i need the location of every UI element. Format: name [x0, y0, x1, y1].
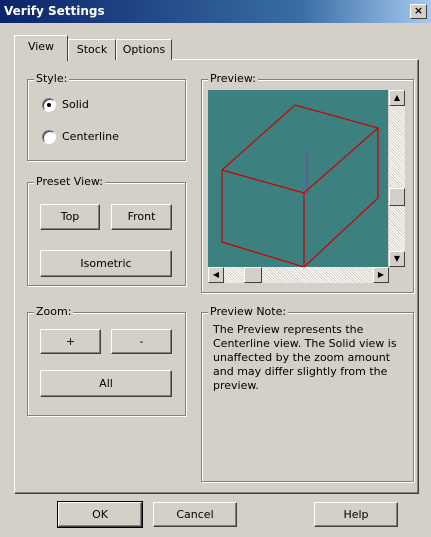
ok-button[interactable]: OK — [57, 501, 143, 528]
box-front-face — [221, 170, 305, 267]
scroll-left-button[interactable]: ◀ — [208, 267, 224, 283]
radio-solid[interactable] — [42, 98, 56, 112]
zoom-out-button-label: - — [139, 335, 144, 348]
radio-centerline[interactable] — [42, 130, 56, 144]
zoom-label: Zoom: — [34, 305, 74, 318]
zoom-all-button[interactable]: All — [40, 370, 172, 397]
cancel-button-label: Cancel — [176, 508, 214, 521]
tab-stock[interactable]: Stock — [68, 39, 116, 60]
zoom-group: Zoom: — [27, 305, 186, 416]
isometric-view-button-label: Isometric — [80, 257, 132, 270]
style-group: Style: — [27, 72, 186, 161]
radio-selected-dot — [47, 103, 51, 107]
preview-note-text: The Preview represents the Centerline vi… — [213, 323, 397, 392]
tab-options[interactable]: Options — [116, 39, 172, 60]
scroll-up-button[interactable]: ▲ — [389, 90, 405, 106]
help-button-label: Help — [343, 508, 369, 521]
radio-solid-label: Solid — [62, 98, 89, 111]
tab-stock-label: Stock — [76, 43, 108, 56]
radio-centerline-label: Centerline — [62, 130, 119, 143]
isometric-view-button[interactable]: Isometric — [40, 250, 172, 277]
cancel-button[interactable]: Cancel — [153, 502, 237, 527]
zoom-in-button[interactable]: + — [40, 329, 101, 354]
title-bar: Verify Settings × — [0, 0, 431, 23]
zoom-all-button-label: All — [99, 377, 113, 390]
tab-view-label: View — [27, 40, 55, 53]
scroll-down-button[interactable]: ▼ — [389, 251, 405, 267]
preview-canvas — [221, 104, 380, 267]
preview-viewport[interactable] — [208, 90, 388, 267]
box-side-face — [303, 128, 379, 267]
top-view-button[interactable]: Top — [40, 204, 100, 230]
preview-label: Preview: — [208, 72, 258, 85]
preview-box-wireframe — [221, 104, 380, 267]
window-title: Verify Settings — [4, 4, 105, 18]
tab-options-label: Options — [122, 43, 166, 56]
front-view-button[interactable]: Front — [111, 204, 172, 230]
front-view-button-label: Front — [127, 210, 156, 223]
close-button[interactable]: × — [410, 4, 427, 19]
zoom-out-button[interactable]: - — [111, 329, 172, 354]
zoom-in-button-label: + — [65, 335, 76, 348]
box-top-face — [221, 104, 380, 194]
close-icon: × — [413, 4, 424, 17]
preview-note-label: Preview Note: — [208, 305, 289, 318]
style-group-label: Style: — [34, 72, 70, 85]
preset-view-label: Preset View: — [34, 175, 106, 188]
help-button[interactable]: Help — [314, 502, 398, 527]
ok-button-label: OK — [92, 508, 108, 521]
scroll-right-button[interactable]: ▶ — [373, 267, 389, 283]
tab-view[interactable]: View — [14, 35, 68, 61]
vertical-scroll-thumb[interactable] — [389, 188, 405, 206]
top-view-button-label: Top — [60, 210, 80, 223]
preview-vertical-scrollbar[interactable]: ▲ ▼ — [389, 90, 405, 267]
horizontal-scroll-thumb[interactable] — [244, 267, 262, 283]
preview-horizontal-scrollbar[interactable]: ◀ ▶ — [208, 267, 389, 283]
